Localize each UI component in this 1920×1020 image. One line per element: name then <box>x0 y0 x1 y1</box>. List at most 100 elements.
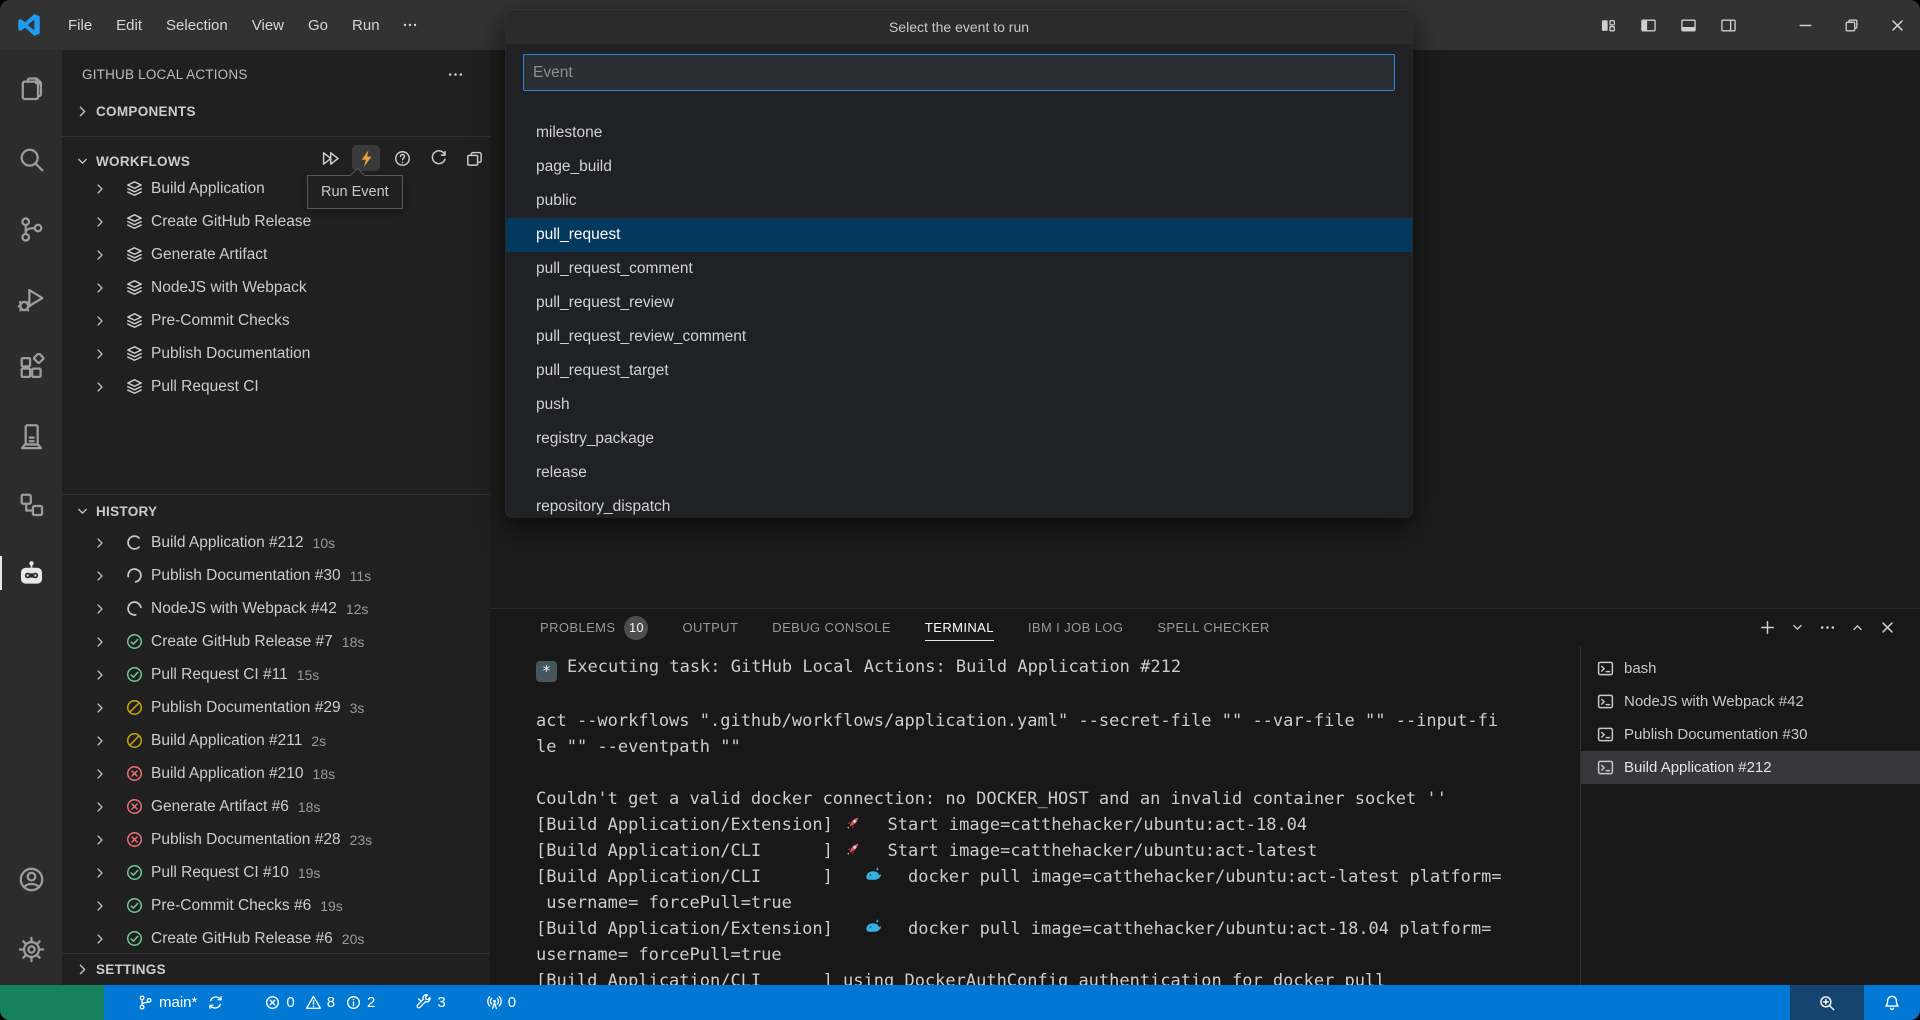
workflow-item[interactable]: NodeJS with Webpack <box>62 271 490 304</box>
workflow-label: Build Application <box>151 180 265 198</box>
close-panel-icon[interactable] <box>1872 613 1902 643</box>
section-settings[interactable]: SETTINGS <box>62 955 490 983</box>
menu-edit[interactable]: Edit <box>104 11 154 40</box>
search-icon[interactable] <box>0 137 62 181</box>
quickpick-item-pull_request[interactable]: pull_request <box>506 218 1412 252</box>
tab-terminal[interactable]: TERMINAL <box>925 609 994 646</box>
history-item[interactable]: Build Application #21018s <box>62 757 490 790</box>
collapse-all-icon[interactable] <box>460 145 488 171</box>
account-icon[interactable] <box>0 857 62 901</box>
maximize-panel-icon[interactable] <box>1842 613 1872 643</box>
terminal-dropdown-icon[interactable] <box>1782 613 1812 643</box>
history-item[interactable]: Publish Documentation #2823s <box>62 823 490 856</box>
broadcast-item[interactable]: 0 <box>479 985 523 1020</box>
quickpick-item-milestone[interactable]: milestone <box>506 116 1412 150</box>
history-label: Pull Request CI #10 <box>151 864 289 882</box>
history-item[interactable]: Build Application #21210s <box>62 526 490 559</box>
help-icon[interactable] <box>388 145 416 171</box>
sidebar-more-actions-icon[interactable] <box>447 66 464 83</box>
quickpick-item-page_build[interactable]: page_build <box>506 150 1412 184</box>
success-status-icon <box>125 896 144 915</box>
layers-icon <box>125 179 144 198</box>
close-button[interactable] <box>1874 0 1920 50</box>
references-icon[interactable] <box>0 482 62 526</box>
explorer-icon[interactable] <box>0 66 62 110</box>
bottom-panel: PROBLEMS10 OUTPUT DEBUG CONSOLE TERMINAL IBM… <box>490 608 1920 985</box>
panel-more-icon[interactable] <box>1812 613 1842 643</box>
workflow-item[interactable]: Pre-Commit Checks <box>62 304 490 337</box>
menu-file[interactable]: File <box>56 11 104 40</box>
history-item[interactable]: Publish Documentation #293s <box>62 691 490 724</box>
history-item[interactable]: Pre-Commit Checks #619s <box>62 889 490 922</box>
customize-layout-icon[interactable] <box>1588 0 1628 50</box>
settings-gear-icon[interactable] <box>0 927 62 971</box>
terminal-tab[interactable]: Publish Documentation #30 <box>1581 718 1920 751</box>
new-terminal-icon[interactable] <box>1752 613 1782 643</box>
history-label: Build Application #212 <box>151 534 304 552</box>
rocket-emoji <box>843 840 867 859</box>
quickpick-item-pull_request_target[interactable]: pull_request_target <box>506 354 1412 388</box>
menu-more-icon[interactable] <box>392 11 428 39</box>
extensions-icon[interactable] <box>0 345 62 389</box>
problems-item[interactable]: 0 8 2 <box>257 985 382 1020</box>
tab-ibm-i-job-log[interactable]: IBM I JOB LOG <box>1028 609 1124 646</box>
quickpick-item-repository_dispatch[interactable]: repository_dispatch <box>506 490 1412 517</box>
menu-selection[interactable]: Selection <box>154 11 240 40</box>
history-item[interactable]: Create GitHub Release #718s <box>62 625 490 658</box>
workflow-item[interactable]: Build Application <box>62 172 490 205</box>
section-components[interactable]: COMPONENTS <box>62 98 490 125</box>
quickpick-item-registry_package[interactable]: registry_package <box>506 422 1412 456</box>
quickpick-item-push[interactable]: push <box>506 388 1412 422</box>
history-item[interactable]: Publish Documentation #3011s <box>62 559 490 592</box>
restore-button[interactable] <box>1828 0 1874 50</box>
branch-item[interactable]: main* <box>130 985 231 1020</box>
cancelled-status-icon <box>125 731 144 750</box>
notifications-item[interactable] <box>1864 985 1920 1020</box>
workflow-item[interactable]: Generate Artifact <box>62 238 490 271</box>
tab-problems[interactable]: PROBLEMS10 <box>540 609 648 646</box>
history-item[interactable]: Build Application #2112s <box>62 724 490 757</box>
terminal-line: username= forcePull=true <box>536 890 1580 916</box>
workflow-item[interactable]: Create GitHub Release <box>62 205 490 238</box>
terminal-tab[interactable]: NodeJS with Webpack #42 <box>1581 685 1920 718</box>
quickpick-item-pull_request_review_comment[interactable]: pull_request_review_comment <box>506 320 1412 354</box>
workflow-item[interactable]: Publish Documentation <box>62 337 490 370</box>
minimize-button[interactable] <box>1782 0 1828 50</box>
refresh-icon[interactable] <box>424 145 452 171</box>
run-debug-icon[interactable] <box>0 277 62 321</box>
quickpick-item-pull_request_review[interactable]: pull_request_review <box>506 286 1412 320</box>
history-item[interactable]: Create GitHub Release #620s <box>62 922 490 955</box>
quickpick-item-pull_request_comment[interactable]: pull_request_comment <box>506 252 1412 286</box>
workflow-item[interactable]: Pull Request CI <box>62 370 490 403</box>
terminal-tab[interactable]: bash <box>1581 652 1920 685</box>
history-item[interactable]: Pull Request CI #1019s <box>62 856 490 889</box>
run-all-icon[interactable] <box>316 145 344 171</box>
terminal-output[interactable]: *Executing task: GitHub Local Actions: B… <box>490 646 1580 985</box>
history-item[interactable]: Generate Artifact #618s <box>62 790 490 823</box>
event-input[interactable] <box>523 54 1395 91</box>
chevron-right-icon <box>92 280 108 296</box>
terminal-tabs-list: bashNodeJS with Webpack #42Publish Docum… <box>1580 646 1920 985</box>
history-item[interactable]: NodeJS with Webpack #4212s <box>62 592 490 625</box>
tab-spell-checker[interactable]: SPELL CHECKER <box>1157 609 1269 646</box>
toggle-secondary-sidebar-icon[interactable] <box>1708 0 1748 50</box>
tools-item[interactable]: 3 <box>408 985 452 1020</box>
terminal-tab[interactable]: Build Application #212 <box>1581 751 1920 784</box>
menu-go[interactable]: Go <box>296 11 340 40</box>
remote-explorer-icon[interactable] <box>0 414 62 458</box>
menu-run[interactable]: Run <box>340 11 392 40</box>
tab-output[interactable]: OUTPUT <box>682 609 738 646</box>
menu-view[interactable]: View <box>240 11 296 40</box>
github-local-actions-icon[interactable] <box>0 551 62 595</box>
toggle-panel-icon[interactable] <box>1668 0 1708 50</box>
quickpick-item-public[interactable]: public <box>506 184 1412 218</box>
toggle-sidebar-icon[interactable] <box>1628 0 1668 50</box>
remote-indicator[interactable] <box>0 985 104 1020</box>
section-history[interactable]: HISTORY <box>62 496 490 526</box>
history-item[interactable]: Pull Request CI #1115s <box>62 658 490 691</box>
tab-debug-console[interactable]: DEBUG CONSOLE <box>772 609 891 646</box>
source-control-icon[interactable] <box>0 207 62 251</box>
zoom-status-item[interactable] <box>1790 985 1864 1020</box>
workflow-label: Pre-Commit Checks <box>151 312 290 330</box>
quickpick-item-release[interactable]: release <box>506 456 1412 490</box>
